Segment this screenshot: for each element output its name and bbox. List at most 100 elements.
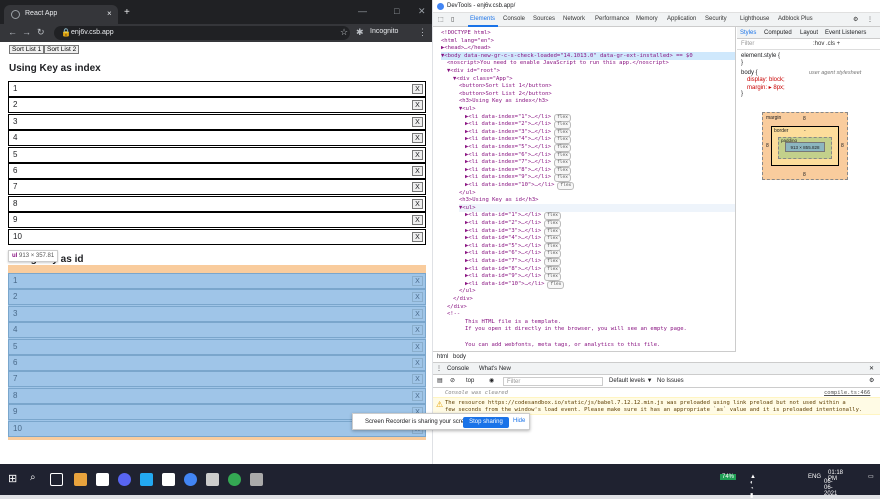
list-item: 8X [8, 195, 426, 212]
remove-item-button[interactable]: X [412, 215, 423, 226]
reload-icon[interactable]: ↻ [37, 27, 45, 38]
device-toolbar-icon[interactable]: ▯ [451, 16, 454, 23]
close-drawer-icon[interactable]: ✕ [869, 365, 874, 372]
devtools-menu-icon[interactable]: ⋮ [867, 16, 873, 23]
tab-security[interactable]: Security [705, 16, 727, 22]
tab-console[interactable]: Console [503, 16, 525, 22]
windows-start-icon[interactable]: ⊞ [8, 472, 17, 485]
tab-performance[interactable]: Performance [595, 16, 629, 22]
styles-filter-placeholder: Filter [741, 41, 755, 47]
minimize-icon[interactable]: — [358, 6, 367, 16]
chrome-taskbar-icon[interactable] [184, 473, 197, 486]
dom-node-text: This HTML file is a template. [465, 318, 562, 325]
file-explorer-icon[interactable] [74, 473, 87, 486]
dom-node-text: ▶<li data-id="1">…</li> [465, 212, 542, 219]
clear-console-icon[interactable]: ⊘ [450, 377, 455, 384]
crumb-html[interactable]: html [437, 354, 448, 360]
drawer-tab-whats-new[interactable]: What's New [479, 366, 511, 372]
drawer-menu-icon[interactable]: ⋮ [436, 365, 442, 372]
notion-icon[interactable] [96, 473, 109, 486]
id-item-label: 1 [13, 276, 18, 285]
discord-icon[interactable] [118, 473, 131, 486]
app-icon[interactable] [162, 473, 175, 486]
styles-toolbar[interactable]: :hov .cls + [813, 41, 840, 47]
stop-sharing-button[interactable]: Stop sharing [463, 417, 509, 428]
console-cleared-source[interactable]: compile.ts:466 [824, 390, 870, 396]
remove-item-button[interactable]: X [412, 133, 423, 144]
devtools-taskbar-icon[interactable] [206, 473, 219, 486]
drawer-tab-console[interactable]: Console [447, 366, 469, 372]
remove-item-button[interactable]: X [412, 390, 423, 401]
list-item: 10 X [8, 228, 426, 245]
issues-counter[interactable]: No Issues [657, 378, 684, 384]
menu-icon[interactable]: ⋮ [418, 27, 427, 38]
crumb-body[interactable]: body [453, 354, 466, 360]
chrome-alt-icon[interactable] [228, 473, 241, 486]
task-view-icon[interactable] [50, 473, 63, 486]
context-select[interactable]: top [466, 378, 474, 384]
tab-sources[interactable]: Sources [533, 16, 555, 22]
tab-elements[interactable]: Elements [470, 16, 495, 22]
eye-icon[interactable]: ◉ [489, 377, 494, 384]
remove-item-button[interactable]: X [412, 84, 423, 94]
styles-filter[interactable]: Filter :hov .cls + [737, 39, 880, 50]
language-indicator[interactable]: ENG [808, 474, 821, 480]
remove-item-button[interactable]: X [412, 182, 423, 193]
tab-styles[interactable]: Styles [740, 30, 756, 36]
tab-network[interactable]: Network [563, 16, 585, 22]
remove-item-button[interactable]: X [412, 116, 423, 127]
vscode-icon[interactable] [140, 473, 153, 486]
omnibox[interactable]: 🔒 enj6v.csb.app [54, 26, 350, 40]
remove-item-button[interactable]: X [412, 341, 423, 352]
bookmark-star-icon[interactable]: ☆ [340, 27, 348, 38]
tab-layout[interactable]: Layout [800, 30, 818, 36]
recorder-icon[interactable] [250, 473, 263, 486]
remove-item-button[interactable]: X [412, 374, 423, 385]
new-tab-icon[interactable]: + [124, 7, 130, 18]
dom-node-text: ▶<li data-id="7">…</li> [465, 258, 542, 264]
tooltip-tag: ul [12, 253, 18, 259]
list-item: 4X [8, 130, 426, 147]
remove-item-button[interactable]: X [412, 100, 423, 111]
browser-tab[interactable]: React App × [4, 5, 118, 24]
dom-node-line[interactable]: You can add webfonts, meta tags, or anal… [465, 341, 735, 349]
remove-item-button[interactable]: X [412, 276, 423, 286]
tab-lighthouse[interactable]: Lighthouse [740, 16, 769, 22]
index-item-label: 9 [13, 215, 18, 225]
tray-icons[interactable]: ▲ ◐ ◔ ▮ [750, 474, 756, 499]
remove-item-button[interactable]: X [412, 325, 423, 336]
forward-icon[interactable]: → [22, 27, 31, 37]
sort-list-1-button[interactable]: Sort List 1 [9, 45, 45, 54]
extensions-icon[interactable]: ✱ [356, 27, 364, 38]
tab-computed[interactable]: Computed [764, 30, 792, 36]
settings-gear-icon[interactable]: ⚙ [853, 16, 858, 23]
remove-item-button[interactable]: X [412, 308, 423, 319]
hide-share-button[interactable]: Hide [513, 418, 525, 424]
notifications-icon[interactable]: ▭ [868, 473, 874, 480]
clock-date[interactable]: 06-06-2021 [824, 479, 837, 497]
remove-item-button[interactable]: X [412, 231, 423, 242]
tab-application[interactable]: Application [667, 16, 696, 22]
remove-item-button[interactable]: X [412, 358, 423, 368]
tab-memory[interactable]: Memory [636, 16, 658, 22]
inspect-icon[interactable]: ⬚ [438, 16, 444, 23]
maximize-icon[interactable]: □ [394, 6, 399, 16]
console-settings-icon[interactable]: ⚙ [869, 377, 874, 384]
remove-item-button[interactable]: X [412, 198, 423, 209]
console-filter-input[interactable]: Filter [503, 377, 603, 386]
close-window-icon[interactable]: ✕ [418, 6, 426, 17]
remove-item-button[interactable]: X [412, 292, 423, 303]
search-icon[interactable]: ⌕ [30, 472, 36, 483]
back-icon[interactable]: ← [8, 27, 17, 37]
log-levels-select[interactable]: Default levels ▼ [609, 378, 653, 384]
battery-indicator[interactable]: 74% [720, 474, 737, 480]
sidebar-toggle-icon[interactable]: ▤ [437, 377, 443, 384]
dom-node-text: ▶<li data-index="10">…</li> [465, 182, 555, 188]
close-tab-icon[interactable]: × [107, 9, 112, 18]
remove-item-button[interactable]: X [412, 166, 423, 176]
remove-item-button[interactable]: X [412, 149, 423, 160]
tab-adblock-plus[interactable]: Adblock Plus [778, 16, 813, 22]
incognito-badge[interactable]: Incognito [370, 28, 398, 35]
tab-event-listeners[interactable]: Event Listeners [825, 30, 866, 36]
sort-list-2-button[interactable]: Sort List 2 [44, 45, 80, 54]
